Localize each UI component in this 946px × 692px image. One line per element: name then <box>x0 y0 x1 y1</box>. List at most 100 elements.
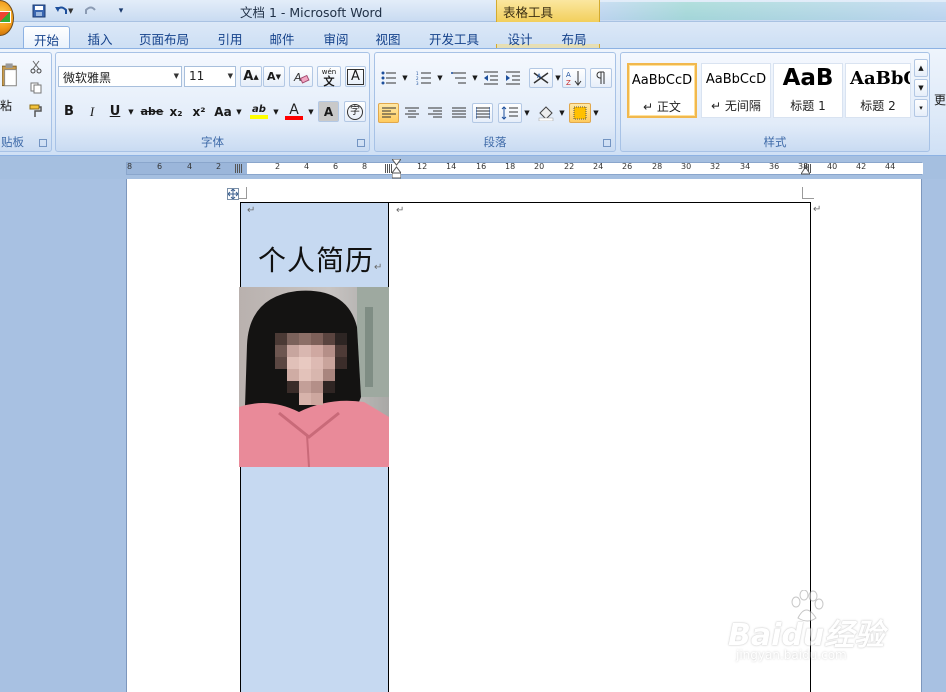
grow-font-button[interactable]: A ▲ <box>240 66 262 87</box>
bold-button[interactable]: B <box>58 101 80 122</box>
styles-scroll-down-icon[interactable]: ▼ <box>914 79 928 97</box>
customize-qat-icon[interactable]: ▾ <box>112 2 130 20</box>
horizontal-ruler[interactable]: 8 6 4 2 2 4 6 8 12 14 16 18 20 22 24 26 … <box>126 158 923 179</box>
tab-view[interactable]: 视图 <box>368 26 408 48</box>
paragraph-mark: ↵ <box>396 205 405 216</box>
align-center-button[interactable] <box>401 103 422 123</box>
style-heading-2[interactable]: AaBbC 标题 2 <box>845 63 911 118</box>
highlight-dropdown-icon[interactable]: ▼ <box>271 101 281 122</box>
multilevel-dropdown-icon[interactable]: ▼ <box>470 68 480 88</box>
decrease-indent-icon[interactable] <box>481 68 501 88</box>
tab-insert[interactable]: 插入 <box>80 26 120 48</box>
style-no-spacing[interactable]: AaBbCcD ↵ 无间隔 <box>701 63 771 118</box>
ruler-number: 24 <box>593 162 604 171</box>
borders-button[interactable] <box>569 103 591 123</box>
tab-review[interactable]: 审阅 <box>316 26 356 48</box>
format-painter-icon[interactable] <box>27 103 45 119</box>
show-formatting-icon[interactable] <box>590 68 612 88</box>
ruler-number: 2 <box>275 162 281 171</box>
column-marker-icon[interactable] <box>235 164 243 173</box>
italic-button[interactable]: I <box>81 101 103 122</box>
change-case-button[interactable]: Aa <box>212 101 234 122</box>
clipboard-launcher-icon[interactable] <box>39 139 47 147</box>
bullets-dropdown-icon[interactable]: ▼ <box>400 68 410 88</box>
paste-label[interactable]: 粘 <box>0 97 15 113</box>
character-border-button[interactable]: A <box>345 66 366 87</box>
table-move-handle-icon[interactable] <box>227 188 239 200</box>
tab-developer[interactable]: 开发工具 <box>423 26 485 48</box>
tab-mailings[interactable]: 邮件 <box>262 26 302 48</box>
enclose-characters-icon: 字 <box>347 103 363 120</box>
undo-dropdown-icon[interactable]: ▼ <box>68 7 73 15</box>
ruler-number: 32 <box>710 162 721 171</box>
shrink-font-button[interactable]: A ▼ <box>263 66 285 87</box>
indent-marker-icon[interactable] <box>391 158 402 179</box>
tab-home[interactable]: 开始 <box>23 26 70 48</box>
align-right-button[interactable] <box>424 103 445 123</box>
shading-icon[interactable] <box>535 103 557 123</box>
paste-icon[interactable] <box>1 57 19 93</box>
increase-indent-icon[interactable] <box>503 68 523 88</box>
tab-design[interactable]: 设计 <box>500 26 540 48</box>
character-shading-button[interactable]: A <box>318 101 339 122</box>
ribbon: 粘 贴板 微软雅黑 ▼ 11 ▼ A ▲ A ▼ A wén 文 A B I U… <box>0 48 946 156</box>
ruler-number: 14 <box>446 162 457 171</box>
line-spacing-icon[interactable] <box>498 103 522 123</box>
resume-title[interactable]: 个人简历↵ <box>258 239 383 279</box>
tab-references[interactable]: 引用 <box>210 26 250 48</box>
change-case-dropdown-icon[interactable]: ▼ <box>234 101 244 122</box>
font-color-icon: A <box>289 101 299 118</box>
clear-formatting-button[interactable]: A <box>289 66 313 87</box>
tab-page-layout[interactable]: 页面布局 <box>133 26 195 48</box>
ruler-number: 18 <box>505 162 516 171</box>
font-color-button[interactable]: A <box>282 101 306 122</box>
borders-dropdown-icon[interactable]: ▼ <box>591 103 601 123</box>
title-bar: ▼ ▾ 表格工具 文档 1 - Microsoft Word <box>0 0 946 36</box>
underline-dropdown-icon[interactable]: ▼ <box>126 101 136 122</box>
ruler-number: 34 <box>740 162 751 171</box>
distributed-button[interactable] <box>472 103 493 123</box>
baidu-watermark: Baidu经验 jingyan.baidu.com <box>728 590 898 670</box>
phonetic-guide-button[interactable]: wén 文 <box>317 66 341 87</box>
font-color-dropdown-icon[interactable]: ▼ <box>306 101 316 122</box>
table-cell-left[interactable]: ↵ 个人简历↵ <box>239 202 389 692</box>
superscript-button[interactable]: x² <box>188 101 210 122</box>
ruler-area: 8 6 4 2 2 4 6 8 12 14 16 18 20 22 24 26 … <box>0 157 946 179</box>
paragraph-group-label: 段落 <box>483 135 507 149</box>
tab-layout[interactable]: 布局 <box>554 26 594 48</box>
font-name-combo[interactable]: 微软雅黑 ▼ <box>58 66 182 87</box>
align-left-button[interactable] <box>378 103 399 123</box>
multilevel-list-icon[interactable] <box>448 68 470 88</box>
ruler-number: 4 <box>187 162 193 171</box>
style-normal[interactable]: AaBbCcD ↵ 正文 <box>627 63 697 118</box>
change-styles-label[interactable]: 更 <box>933 89 946 109</box>
strikethrough-button[interactable]: abe <box>140 101 164 122</box>
shading-dropdown-icon[interactable]: ▼ <box>557 103 567 123</box>
styles-scroll-up-icon[interactable]: ▲ <box>914 59 928 77</box>
font-name-value: 微软雅黑 <box>63 71 112 85</box>
cut-icon[interactable] <box>27 59 45 75</box>
copy-icon[interactable] <box>27 80 45 96</box>
enclose-characters-button[interactable]: 字 <box>344 101 366 122</box>
highlight-button[interactable]: ab <box>246 101 272 122</box>
sort-icon[interactable]: AZ <box>562 68 586 88</box>
underline-button[interactable]: U <box>104 101 126 122</box>
font-launcher-icon[interactable] <box>357 139 365 147</box>
style-heading-1[interactable]: AaB 标题 1 <box>773 63 843 118</box>
paragraph-launcher-icon[interactable] <box>603 139 611 147</box>
font-size-combo[interactable]: 11 ▼ <box>184 66 236 87</box>
numbering-dropdown-icon[interactable]: ▼ <box>435 68 445 88</box>
subscript-button[interactable]: x₂ <box>165 101 187 122</box>
numbering-icon[interactable]: 123 <box>413 68 435 88</box>
ruler-number: 40 <box>827 162 838 171</box>
ruler-number: 20 <box>534 162 545 171</box>
bullets-icon[interactable] <box>378 68 400 88</box>
profile-photo[interactable] <box>239 287 389 467</box>
justify-button[interactable] <box>448 103 469 123</box>
ruler-number: 6 <box>333 162 339 171</box>
styles-more-icon[interactable]: ▾ <box>914 99 928 117</box>
line-spacing-dropdown-icon[interactable]: ▼ <box>522 103 532 123</box>
chinese-layout-icon[interactable]: A <box>529 68 553 88</box>
redo-icon[interactable] <box>82 2 100 20</box>
save-icon[interactable] <box>30 2 48 20</box>
